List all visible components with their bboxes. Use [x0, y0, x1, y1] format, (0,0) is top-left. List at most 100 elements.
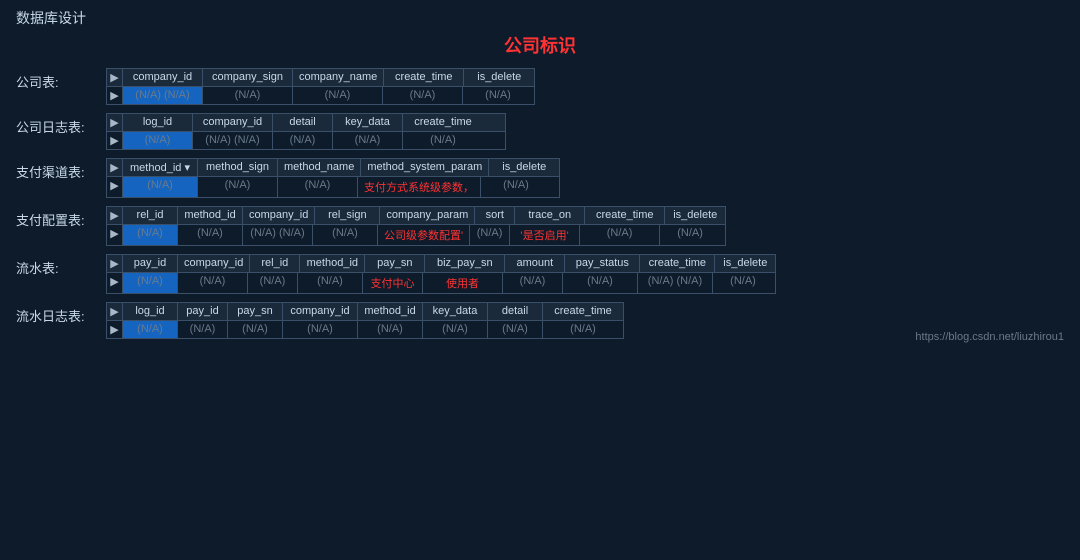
cell-4-6: (N/A) [503, 273, 563, 293]
expand-icon-0[interactable]: ▶ [107, 69, 123, 86]
col-header-0-3: create_time [384, 69, 464, 86]
table-row-4: 流水表:▶pay_idcompany_idrel_idmethod_idpay_… [16, 254, 1064, 294]
cell-3-3: (N/A) [313, 225, 378, 245]
col-header-3-5: sort [475, 207, 515, 224]
db-table-5: ▶log_idpay_idpay_sncompany_idmethod_idke… [106, 302, 624, 339]
cell-2-0: (N/A) [123, 177, 198, 197]
cell-3-0: (N/A) [123, 225, 178, 245]
table-label-5: 流水日志表: [16, 302, 106, 325]
col-header-4-8: create_time [640, 255, 715, 272]
col-header-3-4: company_param [380, 207, 475, 224]
page-title: 数据库设计 [0, 0, 1080, 32]
col-header-3-2: company_id [243, 207, 315, 224]
row-expand-4[interactable]: ▶ [107, 273, 123, 293]
db-table-0: ▶company_idcompany_signcompany_namecreat… [106, 68, 535, 105]
col-header-3-1: method_id [178, 207, 243, 224]
expand-icon-2[interactable]: ▶ [107, 159, 123, 176]
db-table-3: ▶rel_idmethod_idcompany_idrel_signcompan… [106, 206, 726, 246]
col-header-1-2: detail [273, 114, 333, 131]
table-wrapper-0: ▶company_idcompany_signcompany_namecreat… [106, 68, 1064, 105]
expand-icon-4[interactable]: ▶ [107, 255, 123, 272]
cell-4-1: (N/A) [178, 273, 248, 293]
table-row-5: 流水日志表:▶log_idpay_idpay_sncompany_idmetho… [16, 302, 1064, 339]
col-header-3-0: rel_id [123, 207, 178, 224]
col-header-5-4: method_id [358, 303, 423, 320]
table-label-1: 公司日志表: [16, 113, 106, 136]
cell-5-4: (N/A) [358, 321, 423, 338]
cell-3-5: (N/A) [470, 225, 510, 245]
table-label-3: 支付配置表: [16, 206, 106, 229]
db-table-4: ▶pay_idcompany_idrel_idmethod_idpay_snbi… [106, 254, 776, 294]
cell-4-2: (N/A) [248, 273, 298, 293]
col-header-2-0: method_id ▾ [123, 159, 198, 176]
col-header-1-0: log_id [123, 114, 193, 131]
cell-0-3: (N/A) [383, 87, 463, 104]
row-expand-2[interactable]: ▶ [107, 177, 123, 197]
cell-4-7: (N/A) [563, 273, 638, 293]
cell-1-0: (N/A) [123, 132, 193, 149]
cell-5-3: (N/A) [283, 321, 358, 338]
table-label-2: 支付渠道表: [16, 158, 106, 181]
col-header-3-7: create_time [585, 207, 665, 224]
col-header-0-2: company_name [293, 69, 384, 86]
col-header-1-4: create_time [403, 114, 483, 131]
row-expand-1[interactable]: ▶ [107, 132, 123, 149]
cell-1-4: (N/A) [403, 132, 483, 149]
cell-4-9: (N/A) [713, 273, 773, 293]
col-header-2-4: is_delete [489, 159, 559, 176]
footer-url: https://blog.csdn.net/liuzhirou1 [915, 331, 1064, 343]
table-row-1: 公司日志表:▶log_idcompany_iddetailkey_datacre… [16, 113, 1064, 150]
row-expand-3[interactable]: ▶ [107, 225, 123, 245]
col-header-5-0: log_id [123, 303, 178, 320]
col-header-4-6: amount [505, 255, 565, 272]
col-header-3-8: is_delete [665, 207, 725, 224]
db-table-1: ▶log_idcompany_iddetailkey_datacreate_ti… [106, 113, 506, 150]
col-header-2-1: method_sign [198, 159, 278, 176]
row-expand-0[interactable]: ▶ [107, 87, 123, 104]
cell-3-7: (N/A) [580, 225, 660, 245]
col-header-4-7: pay_status [565, 255, 640, 272]
col-header-0-1: company_sign [203, 69, 293, 86]
cell-3-1: (N/A) [178, 225, 243, 245]
col-header-3-3: rel_sign [315, 207, 380, 224]
cell-0-1: (N/A) [203, 87, 293, 104]
expand-icon-5[interactable]: ▶ [107, 303, 123, 320]
cell-3-8: (N/A) [660, 225, 720, 245]
table-label-4: 流水表: [16, 254, 106, 277]
col-header-4-1: company_id [178, 255, 250, 272]
cell-2-3: 支付方式系统级参数， [358, 177, 481, 197]
table-wrapper-1: ▶log_idcompany_iddetailkey_datacreate_ti… [106, 113, 1064, 150]
cell-1-1: (N/A) (N/A) [193, 132, 273, 149]
cell-1-2: (N/A) [273, 132, 333, 149]
col-header-4-4: pay_sn [365, 255, 425, 272]
col-header-4-5: biz_pay_sn [425, 255, 505, 272]
cell-1-3: (N/A) [333, 132, 403, 149]
col-header-4-2: rel_id [250, 255, 300, 272]
col-header-4-9: is_delete [715, 255, 775, 272]
table-wrapper-4: ▶pay_idcompany_idrel_idmethod_idpay_snbi… [106, 254, 1064, 294]
cell-2-1: (N/A) [198, 177, 278, 197]
company-label: 公司标识 [0, 32, 1080, 58]
table-row-3: 支付配置表:▶rel_idmethod_idcompany_idrel_sign… [16, 206, 1064, 246]
cell-4-4: 支付中心 [363, 273, 423, 293]
expand-icon-1[interactable]: ▶ [107, 114, 123, 131]
cell-4-5: 使用者 [423, 273, 503, 293]
col-header-5-3: company_id [283, 303, 358, 320]
expand-icon-3[interactable]: ▶ [107, 207, 123, 224]
cell-0-2: (N/A) [293, 87, 383, 104]
table-label-0: 公司表: [16, 68, 106, 91]
col-header-2-3: method_system_param [361, 159, 489, 176]
cell-4-3: (N/A) [298, 273, 363, 293]
cell-5-2: (N/A) [228, 321, 283, 338]
cell-2-4: (N/A) [481, 177, 551, 197]
col-header-5-7: create_time [543, 303, 623, 320]
col-header-1-3: key_data [333, 114, 403, 131]
cell-3-4: 公司级参数配置' [378, 225, 470, 245]
col-header-5-1: pay_id [178, 303, 228, 320]
cell-0-4: (N/A) [463, 87, 533, 104]
cell-5-7: (N/A) [543, 321, 623, 338]
cell-3-2: (N/A) (N/A) [243, 225, 313, 245]
row-expand-5[interactable]: ▶ [107, 321, 123, 338]
cell-5-5: (N/A) [423, 321, 488, 338]
col-header-5-6: detail [488, 303, 543, 320]
